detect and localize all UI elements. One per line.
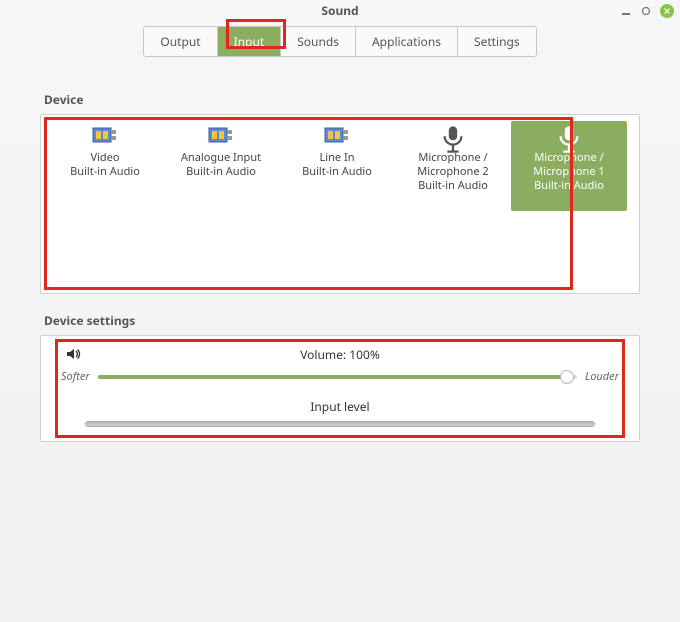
device-sub: Built-in Audio [418, 179, 488, 193]
tab-settings[interactable]: Settings [458, 27, 536, 56]
close-button[interactable] [660, 4, 674, 18]
input-level-meter [85, 421, 595, 427]
speaker-icon [65, 346, 81, 366]
device-analogue-input[interactable]: Analogue Input Built-in Audio [163, 121, 279, 205]
slider-thumb[interactable] [560, 370, 574, 384]
volume-label: Volume: 100% [300, 346, 380, 363]
input-level-label: Input level [61, 398, 619, 415]
device-name-line1: Microphone / [418, 151, 487, 165]
mic-icon [439, 125, 467, 147]
maximize-button[interactable] [640, 5, 652, 17]
device-microphone-2[interactable]: Microphone / Microphone 2 Built-in Audio [395, 121, 511, 211]
device-name: Analogue Input [181, 151, 261, 165]
soundcard-icon [323, 125, 351, 147]
volume-slider[interactable] [98, 370, 577, 384]
device-name-line1: Microphone / [534, 151, 603, 165]
minimize-button[interactable] [620, 5, 632, 17]
maximize-icon [641, 6, 651, 16]
device-sub: Built-in Audio [302, 165, 372, 179]
device-video[interactable]: Video Built-in Audio [47, 121, 163, 205]
sound-settings-window: Sound Output Input Sounds Applications S… [0, 0, 680, 622]
device-name: Line In [320, 151, 355, 165]
device-name-line2: Microphone 2 [417, 165, 488, 179]
tab-input[interactable]: Input [218, 27, 282, 56]
window-controls [620, 4, 674, 18]
device-name-line2: Microphone 1 [533, 165, 604, 179]
tab-applications[interactable]: Applications [356, 27, 458, 56]
tab-output[interactable]: Output [144, 27, 217, 56]
tab-sounds[interactable]: Sounds [281, 27, 356, 56]
window-title: Sound [321, 2, 358, 19]
slider-fill [98, 375, 568, 379]
device-settings-section-label: Device settings [44, 312, 640, 329]
device-settings-panel: Volume: 100% Softer Louder Input level [40, 335, 640, 442]
louder-label: Louder [585, 369, 619, 384]
device-sub: Built-in Audio [534, 179, 604, 193]
minimize-icon [621, 6, 631, 16]
device-line-in[interactable]: Line In Built-in Audio [279, 121, 395, 205]
device-sub: Built-in Audio [186, 165, 256, 179]
device-sub: Built-in Audio [70, 165, 140, 179]
softer-label: Softer [61, 369, 90, 384]
device-microphone-1[interactable]: Microphone / Microphone 1 Built-in Audio [511, 121, 627, 211]
device-section-label: Device [44, 91, 640, 108]
device-panel: Video Built-in Audio Analogue Input Buil… [40, 114, 640, 294]
titlebar: Sound [0, 0, 680, 22]
mic-icon [555, 125, 583, 147]
device-name: Video [90, 151, 119, 165]
close-icon [663, 7, 671, 15]
tab-bar: Output Input Sounds Applications Setting… [0, 26, 680, 57]
soundcard-icon [207, 125, 235, 147]
soundcard-icon [91, 125, 119, 147]
